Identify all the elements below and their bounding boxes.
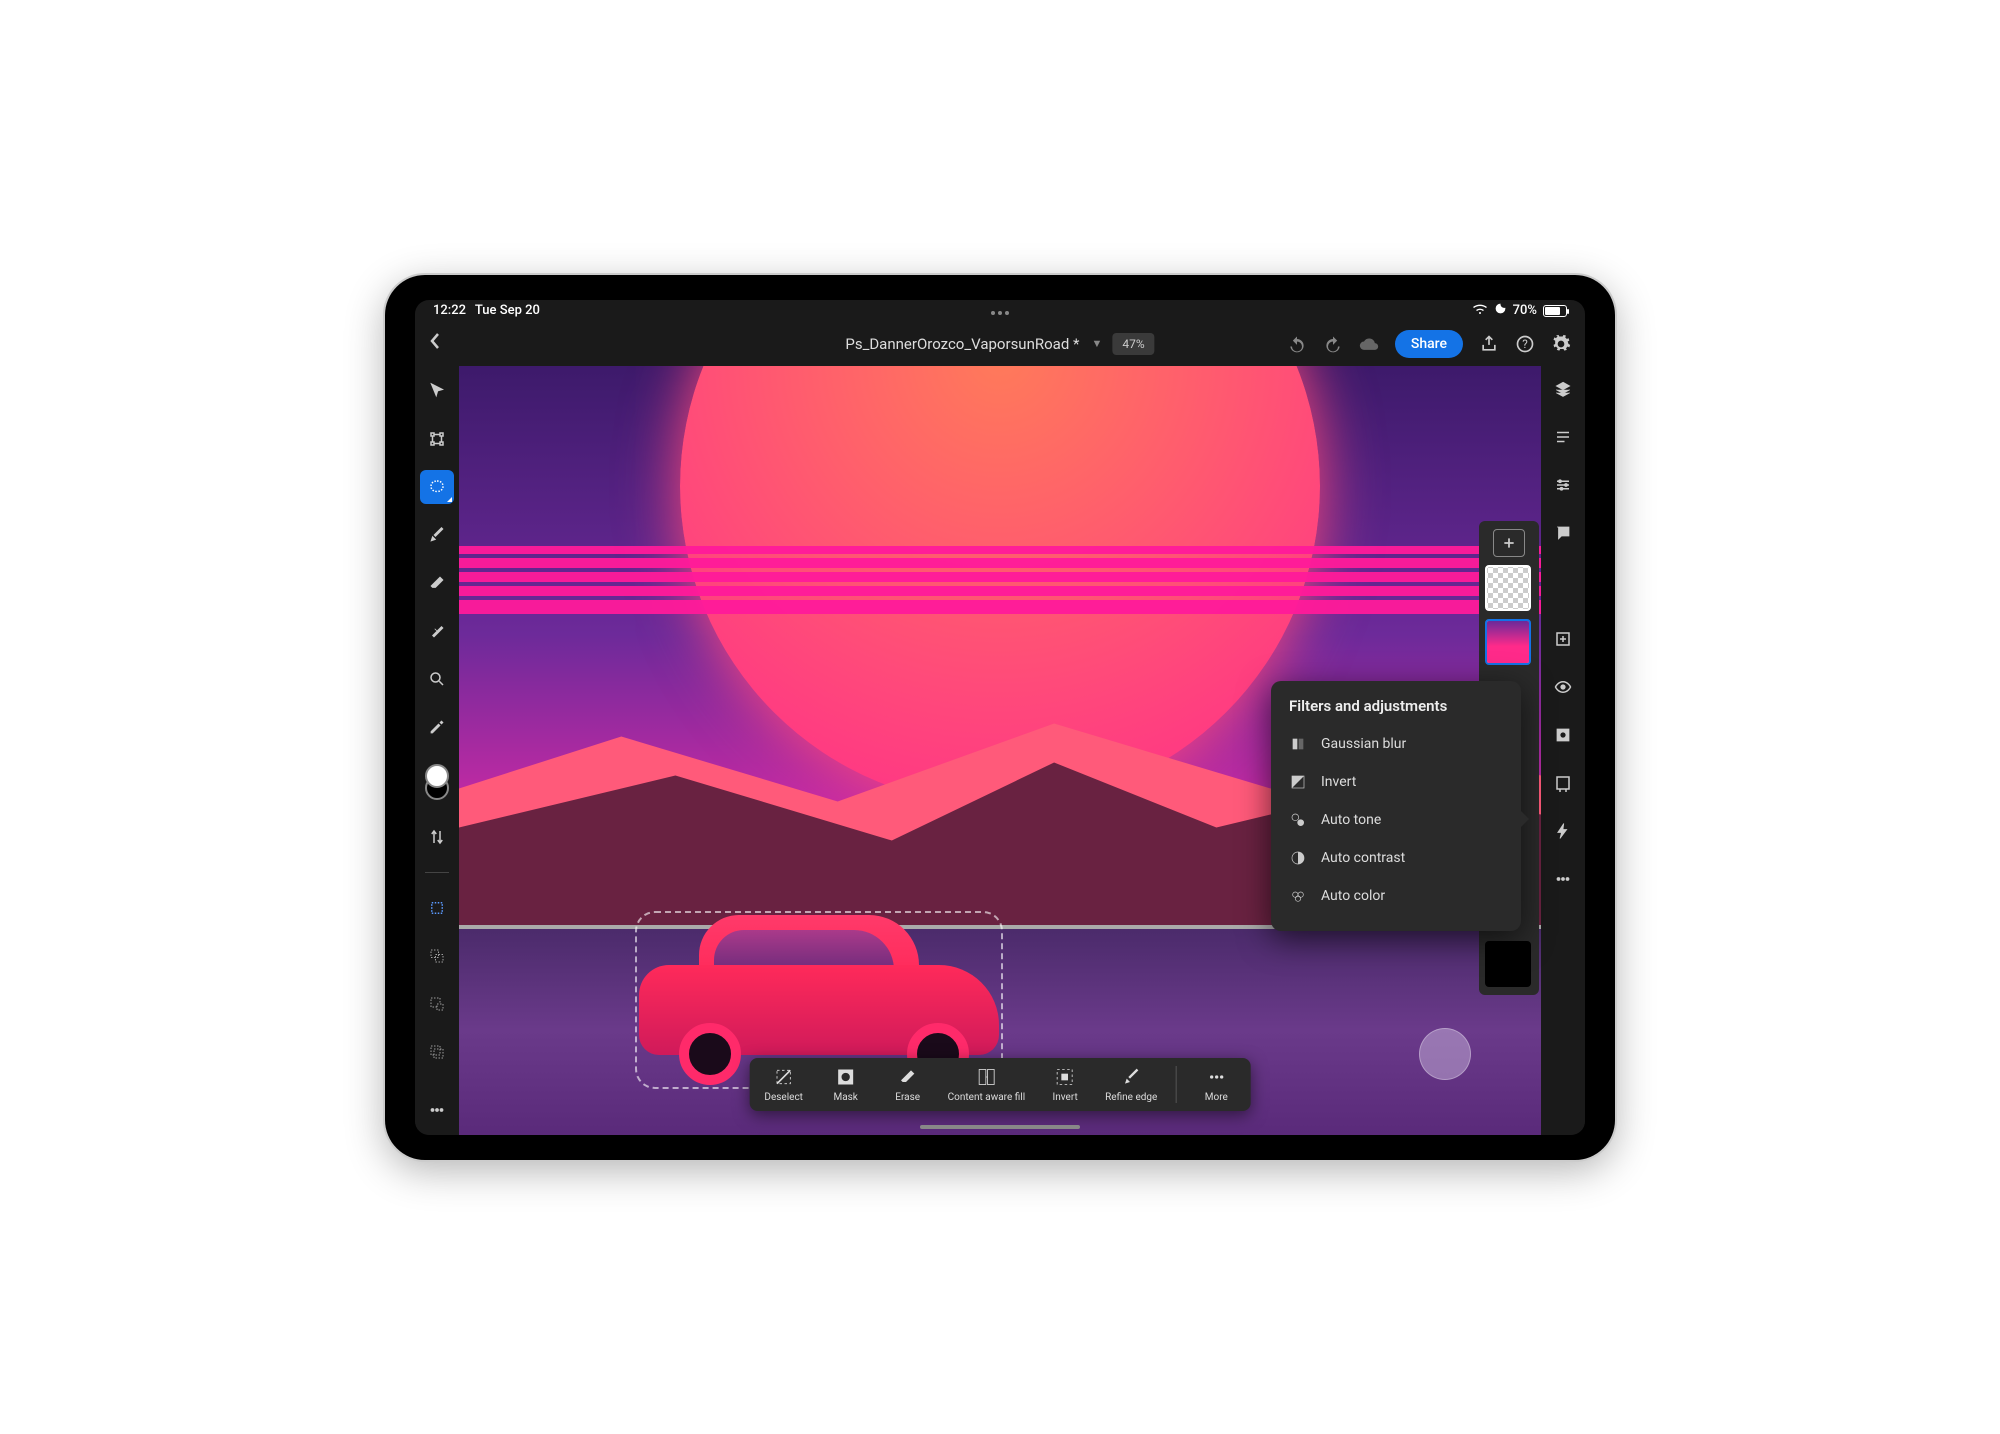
content-aware-icon <box>975 1066 997 1088</box>
divider <box>425 872 449 873</box>
invert-icon <box>1054 1066 1076 1088</box>
invert-adj-icon <box>1289 773 1307 791</box>
rtool-sliders[interactable] <box>1546 470 1580 500</box>
ctx-mask[interactable]: Mask <box>824 1066 868 1103</box>
foreground-color[interactable] <box>425 764 449 788</box>
dnd-moon-icon <box>1494 302 1507 319</box>
share-button[interactable]: Share <box>1395 330 1463 358</box>
tool-marquee-intersect[interactable] <box>420 1035 454 1069</box>
ctx-deselect[interactable]: Deselect <box>762 1066 806 1103</box>
tool-zoom[interactable] <box>420 662 454 696</box>
ctx-more[interactable]: More <box>1194 1066 1238 1103</box>
rtool-layers[interactable] <box>1546 374 1580 404</box>
rtool-clip[interactable] <box>1546 768 1580 798</box>
filter-invert[interactable]: Invert <box>1271 763 1521 801</box>
rtool-visibility[interactable] <box>1546 672 1580 702</box>
status-bar: 12:22 Tue Sep 20 70% <box>415 300 1585 322</box>
battery-icon <box>1543 305 1567 317</box>
left-toolbar <box>415 366 459 1135</box>
settings-gear-icon[interactable] <box>1551 334 1571 354</box>
rtool-comments[interactable] <box>1546 518 1580 548</box>
tool-eyedropper[interactable] <box>420 710 454 744</box>
help-icon[interactable]: ? <box>1515 334 1535 354</box>
tool-transform[interactable] <box>420 422 454 456</box>
battery-pct: 70% <box>1513 303 1537 318</box>
screen: 12:22 Tue Sep 20 70% Ps_ <box>415 300 1585 1135</box>
back-button[interactable] <box>429 332 457 355</box>
doc-title: Ps_DannerOrozco_VaporsunRoad * <box>845 335 1079 353</box>
deselect-icon <box>773 1066 795 1088</box>
filter-auto-tone[interactable]: Auto tone <box>1271 801 1521 839</box>
status-time: 12:22 <box>433 303 466 318</box>
export-icon[interactable] <box>1479 334 1499 354</box>
mask-icon <box>835 1066 857 1088</box>
status-left: 12:22 Tue Sep 20 <box>433 303 546 318</box>
rtool-mask[interactable] <box>1546 720 1580 750</box>
layer-thumb-hidden[interactable] <box>1485 565 1531 611</box>
gaussian-blur-icon <box>1289 735 1307 753</box>
workspace: Deselect Mask Erase Content aware fill <box>415 366 1585 1135</box>
auto-tone-icon <box>1289 811 1307 829</box>
touch-shortcut-puck[interactable] <box>1419 1028 1471 1080</box>
more-icon <box>1205 1066 1227 1088</box>
cloud-sync-icon[interactable] <box>1359 334 1379 354</box>
ctx-content-aware-fill[interactable]: Content aware fill <box>948 1066 1025 1103</box>
tool-swap-colors[interactable] <box>420 820 454 854</box>
zoom-indicator[interactable]: 47% <box>1112 333 1154 355</box>
wifi-icon <box>1472 303 1488 319</box>
erase-icon <box>897 1066 919 1088</box>
tool-eraser[interactable] <box>420 566 454 600</box>
auto-color-icon <box>1289 887 1307 905</box>
tool-move[interactable] <box>420 374 454 408</box>
tool-marquee-add[interactable] <box>420 939 454 973</box>
multitask-dots[interactable] <box>991 311 1009 315</box>
status-right: 70% <box>1472 302 1567 319</box>
rtool-filters-lightning[interactable] <box>1546 816 1580 846</box>
rtool-layer-props[interactable] <box>1546 422 1580 452</box>
add-layer-button[interactable] <box>1493 529 1525 557</box>
context-toolbar: Deselect Mask Erase Content aware fill <box>750 1058 1251 1111</box>
right-toolbar <box>1541 366 1585 1135</box>
titlebar: Ps_DannerOrozco_VaporsunRoad * ▼ 47% Sha… <box>415 322 1585 366</box>
home-indicator[interactable] <box>920 1125 1080 1129</box>
undo-button[interactable] <box>1287 334 1307 354</box>
ctx-refine-edge[interactable]: Refine edge <box>1105 1066 1157 1103</box>
ctx-erase[interactable]: Erase <box>886 1066 930 1103</box>
tool-brush[interactable] <box>420 518 454 552</box>
redo-button[interactable] <box>1323 334 1343 354</box>
tool-healing-brush[interactable] <box>420 614 454 648</box>
status-date: Tue Sep 20 <box>475 303 540 318</box>
doc-title-area[interactable]: Ps_DannerOrozco_VaporsunRoad * ▼ 47% <box>845 333 1154 355</box>
svg-text:?: ? <box>1522 337 1528 351</box>
rtool-more[interactable] <box>1546 864 1580 894</box>
tool-marquee-subtract[interactable] <box>420 987 454 1021</box>
auto-contrast-icon <box>1289 849 1307 867</box>
rtool-add-layer[interactable] <box>1546 624 1580 654</box>
filter-gaussian-blur[interactable]: Gaussian blur <box>1271 725 1521 763</box>
filter-auto-color[interactable]: Auto color <box>1271 877 1521 915</box>
layer-thumb-active[interactable] <box>1485 619 1531 665</box>
filters-title: Filters and adjustments <box>1271 697 1521 725</box>
filter-auto-contrast[interactable]: Auto contrast <box>1271 839 1521 877</box>
divider <box>1175 1066 1176 1103</box>
device-frame: 12:22 Tue Sep 20 70% Ps_ <box>385 275 1615 1160</box>
artwork-sun-stripes <box>459 546 1541 614</box>
color-swatches[interactable] <box>425 764 449 800</box>
layer-thumb-black[interactable] <box>1485 941 1531 987</box>
refine-edge-icon <box>1120 1066 1142 1088</box>
filters-popover: Filters and adjustments Gaussian blur In… <box>1271 681 1521 931</box>
chevron-down-icon: ▼ <box>1091 337 1102 350</box>
tool-lasso-select[interactable] <box>420 470 454 504</box>
tool-more[interactable] <box>420 1093 454 1127</box>
tool-rect-select[interactable] <box>420 891 454 925</box>
ctx-invert[interactable]: Invert <box>1043 1066 1087 1103</box>
